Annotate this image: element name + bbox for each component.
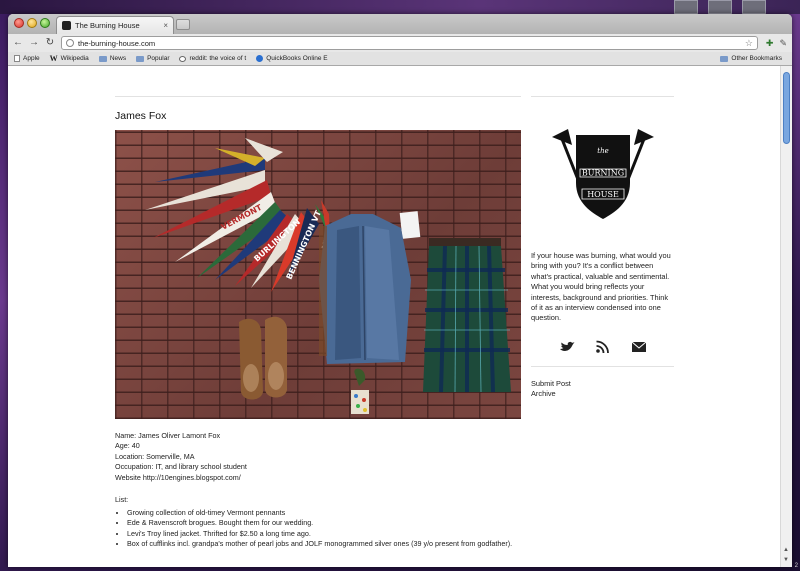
items-list: Growing collection of old-timey Vermont … <box>115 508 521 550</box>
tab-the-burning-house[interactable]: The Burning House × <box>56 16 174 34</box>
list-item: Ede & Ravenscroft brogues. Bought them f… <box>127 518 521 528</box>
close-tab-icon[interactable]: × <box>163 21 168 30</box>
folder-icon <box>98 55 107 62</box>
logo-text-the: the <box>597 147 608 155</box>
bookmark-label: reddit: the voice of t <box>189 55 247 62</box>
close-window-button[interactable] <box>14 18 24 28</box>
info-location: Location: Somerville, MA <box>115 451 195 461</box>
list-item: Box of cufflinks incl. grandpa's mother … <box>127 539 521 549</box>
desktop-background <box>0 0 800 14</box>
info-website[interactable]: Website http://10engines.blogspot.com/ <box>115 473 521 483</box>
wikipedia-icon: W <box>49 54 58 63</box>
brogue-shoes <box>239 316 287 400</box>
scrollbar-thumb[interactable] <box>783 72 790 144</box>
email-envelope-icon[interactable] <box>631 340 647 354</box>
denim-jacket <box>319 214 411 364</box>
tartan-kilt <box>423 238 511 393</box>
submit-post-link[interactable]: Submit Post <box>531 379 674 389</box>
bookmark-popular[interactable]: Popular <box>136 55 169 62</box>
bookmark-label: Wikipedia <box>60 55 89 62</box>
desktop-icon-thumbnail[interactable] <box>674 0 698 14</box>
folder-icon <box>136 55 145 62</box>
post-column: James Fox BURLINGTON BENNINGTON VT VERMO… <box>115 66 521 550</box>
bookmark-star-icon[interactable]: ☆ <box>745 38 753 49</box>
post-info: Name: James Oliver Lamont Fox Age: 40 Lo… <box>115 431 521 483</box>
address-bar[interactable]: the-burning-house.com ☆ <box>61 36 758 50</box>
quickbooks-icon <box>256 55 264 62</box>
archive-link[interactable]: Archive <box>531 389 674 399</box>
extension-icon[interactable]: ✚ <box>766 38 774 49</box>
photo-illustration: BURLINGTON BENNINGTON VT VERMONT MT <box>145 138 511 414</box>
info-occupation: Occupation: IT, and library school stude… <box>115 462 247 472</box>
bookmark-label: Popular <box>147 55 170 62</box>
twitter-bird-icon[interactable] <box>559 340 575 354</box>
sidebar-links: Submit Post Archive <box>531 379 674 400</box>
info-age: Age: 40 <box>115 441 140 451</box>
list-label: List: <box>115 495 129 505</box>
bookmarks-bar: Apple W Wikipedia News Popular reddit: t… <box>8 52 792 66</box>
logo-text-burning: BURNING <box>581 169 623 178</box>
list-item: Levi's Troy lined jacket. Thrifted for $… <box>127 529 521 539</box>
minimize-window-button[interactable] <box>27 18 37 28</box>
forward-arrow-icon[interactable]: → <box>29 38 39 48</box>
zoom-window-button[interactable] <box>40 18 50 28</box>
browser-toolbar: ← → ↻ the-burning-house.com ☆ ✚ ✎ <box>8 34 792 52</box>
bookmark-news[interactable]: News <box>98 55 127 62</box>
info-name: Name: James Oliver Lamont Fox <box>115 431 221 440</box>
desktop-icon-thumbnail[interactable] <box>708 0 732 14</box>
divider <box>531 365 674 367</box>
new-tab-button[interactable] <box>176 19 190 30</box>
reddit-icon <box>179 55 187 62</box>
desktop-icon-thumbnail[interactable] <box>742 0 766 14</box>
url-text[interactable]: the-burning-house.com <box>78 39 741 48</box>
bookmark-label: Other Bookmarks <box>731 55 782 62</box>
sidebar: the BURNING HOUSE If your house was burn… <box>531 66 674 400</box>
social-links <box>531 340 674 354</box>
bookmark-label: Apple <box>23 55 40 62</box>
tab-title: The Burning House <box>75 21 140 30</box>
site-tagline: If your house was burning, what would yo… <box>531 251 671 323</box>
page-content: James Fox BURLINGTON BENNINGTON VT VERMO… <box>8 66 780 567</box>
bookmark-label: News <box>109 55 127 62</box>
vertical-scrollbar[interactable]: ▲ ▼ <box>780 66 792 567</box>
bookmark-other-bookmarks[interactable]: Other Bookmarks <box>720 55 782 62</box>
note-card <box>399 211 421 239</box>
divider <box>531 96 674 97</box>
globe-icon <box>66 39 74 47</box>
post-title: James Fox <box>115 110 167 122</box>
bookmark-quickbooks[interactable]: QuickBooks Online E <box>256 55 328 62</box>
bookmark-reddit[interactable]: reddit: the voice of t <box>179 55 246 62</box>
cufflink-box <box>351 368 369 414</box>
tab-strip: The Burning House × <box>8 14 792 34</box>
scroll-up-arrow-icon[interactable]: ▲ <box>783 547 789 553</box>
page-icon <box>14 55 20 62</box>
desktop-corner-label: 2 <box>794 563 798 569</box>
bookmark-wikipedia[interactable]: W Wikipedia <box>50 54 89 63</box>
bookmark-apple[interactable]: Apple <box>14 55 40 62</box>
bookmark-label: QuickBooks Online E <box>266 55 328 62</box>
back-arrow-icon[interactable]: ← <box>13 38 23 48</box>
post-photo: BURLINGTON BENNINGTON VT VERMONT MT <box>115 130 521 419</box>
divider <box>115 96 521 97</box>
browser-window: The Burning House × ← → ↻ the-burning-ho… <box>8 14 792 567</box>
reload-icon[interactable]: ↻ <box>45 38 55 48</box>
list-item: Growing collection of old-timey Vermont … <box>127 508 521 518</box>
wrench-menu-icon[interactable]: ✎ <box>779 38 787 49</box>
folder-icon <box>720 55 729 62</box>
rss-feed-icon[interactable] <box>595 340 611 354</box>
scroll-down-arrow-icon[interactable]: ▼ <box>783 557 789 563</box>
logo-text-house: HOUSE <box>587 190 619 199</box>
burning-house-logo[interactable]: the BURNING HOUSE <box>548 127 658 223</box>
site-favicon-icon <box>62 21 71 30</box>
